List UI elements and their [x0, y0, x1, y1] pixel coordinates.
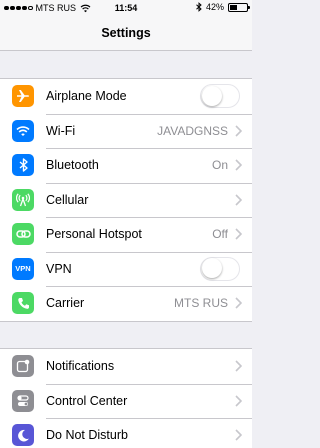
toggle-knob	[201, 85, 222, 106]
phone-icon	[12, 292, 34, 315]
control-center-label: Control Center	[46, 393, 128, 408]
battery-tip	[248, 6, 250, 9]
cellular-row[interactable]: Cellular	[0, 182, 252, 218]
airplane-mode-toggle[interactable]	[200, 84, 240, 109]
chevron-right-icon	[235, 395, 242, 407]
navigation-bar: Settings	[0, 16, 252, 51]
chevron-right-icon	[235, 194, 242, 206]
personal-hotspot-label: Personal Hotspot	[46, 227, 142, 242]
battery-fill	[230, 4, 237, 10]
battery-percent: 42%	[205, 2, 224, 12]
toggle-knob	[201, 258, 222, 279]
notifications-row[interactable]: Notifications	[0, 349, 252, 384]
bluetooth-label: Bluetooth	[46, 158, 99, 173]
vpn-icon: VPN	[12, 257, 34, 280]
do-not-disturb-label: Do Not Disturb	[46, 428, 128, 443]
bluetooth-icon	[12, 154, 34, 177]
bluetooth-row[interactable]: Bluetooth On	[0, 148, 252, 183]
vpn-label: VPN	[46, 261, 72, 276]
personal-hotspot-row[interactable]: Personal Hotspot Off	[0, 217, 252, 252]
page-title: Settings	[101, 26, 151, 40]
wifi-icon	[12, 119, 34, 142]
carrier-value: MTS RUS	[174, 296, 228, 311]
personal-hotspot-value: Off	[212, 227, 228, 242]
airplane-mode-label: Airplane Mode	[46, 89, 127, 104]
status-bar: MTS RUS 11:54 42%	[0, 0, 252, 16]
control-center-icon	[12, 389, 34, 412]
chevron-right-icon	[235, 297, 242, 309]
cellular-antenna-icon	[12, 188, 34, 211]
connectivity-settings-group: Airplane Mode Wi-Fi JAVADGNSS Bluetooth …	[0, 78, 252, 322]
wifi-network-value: JAVADGNSS	[157, 123, 228, 138]
status-right: 42%	[196, 2, 250, 12]
airplane-mode-row[interactable]: Airplane Mode	[0, 79, 252, 114]
chevron-right-icon	[235, 159, 242, 171]
system-settings-group: Notifications Control Center Do Not Dist…	[0, 348, 252, 448]
chevron-right-icon	[235, 429, 242, 441]
chevron-right-icon	[235, 228, 242, 240]
vpn-icon-text: VPN	[15, 264, 31, 274]
chevron-right-icon	[235, 125, 242, 137]
airplane-icon	[12, 85, 34, 108]
notifications-icon	[12, 355, 34, 378]
hotspot-link-icon	[12, 223, 34, 246]
carrier-row[interactable]: Carrier MTS RUS	[0, 286, 252, 321]
moon-icon	[12, 424, 34, 447]
notifications-label: Notifications	[46, 359, 115, 374]
vpn-toggle[interactable]	[200, 256, 240, 281]
cellular-label: Cellular	[46, 192, 89, 207]
carrier-label: Carrier	[46, 296, 85, 311]
bluetooth-status-value: On	[211, 158, 228, 173]
wifi-label: Wi-Fi	[46, 123, 76, 138]
chevron-right-icon	[235, 360, 242, 372]
bluetooth-icon	[196, 2, 202, 12]
vpn-row[interactable]: VPN VPN	[0, 251, 252, 287]
control-center-row[interactable]: Control Center	[0, 383, 252, 419]
battery-icon	[228, 2, 250, 12]
wifi-row[interactable]: Wi-Fi JAVADGNSS	[0, 113, 252, 149]
do-not-disturb-row[interactable]: Do Not Disturb	[0, 418, 252, 448]
